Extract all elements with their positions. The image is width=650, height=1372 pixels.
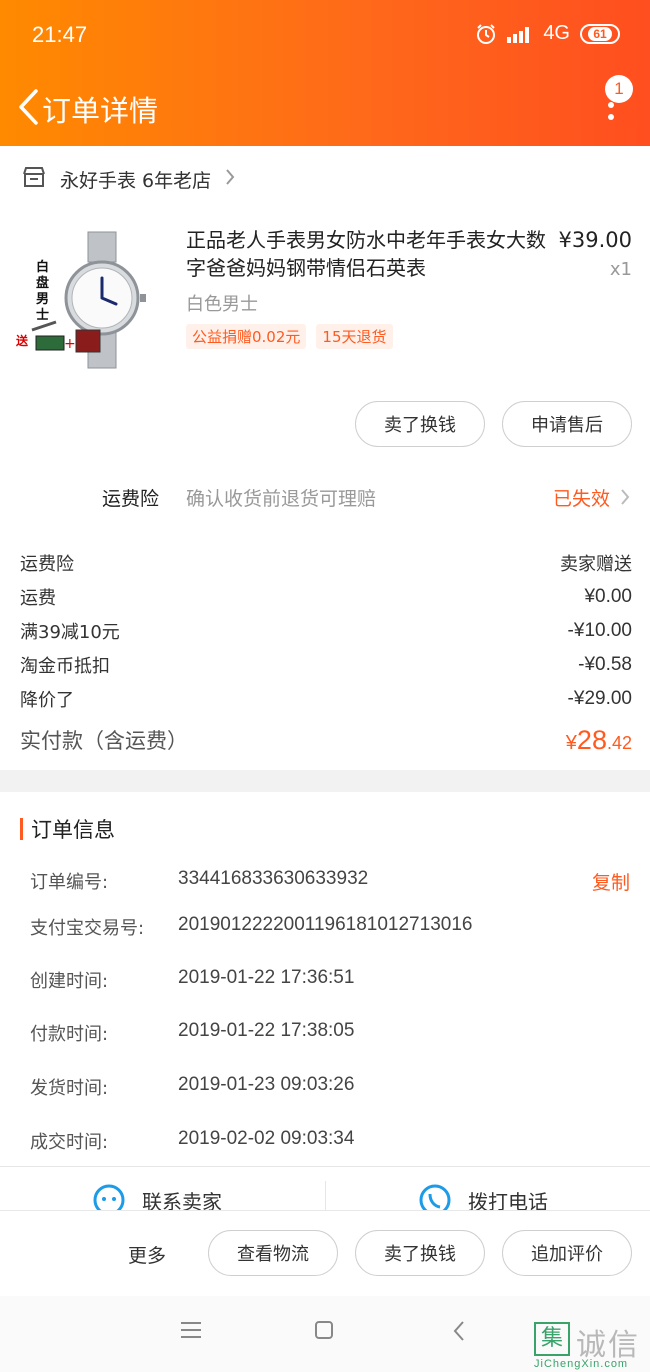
fee-label: 淘金币抵扣 [20, 656, 110, 677]
fee-value: -¥29.00 [567, 688, 632, 709]
more-actions-button[interactable]: 更多 [128, 1241, 166, 1268]
copy-button[interactable]: 复制 [592, 868, 630, 895]
status-icons: 4G 61 [475, 22, 620, 45]
add-review-button[interactable]: 追加评价 [502, 1230, 632, 1276]
fee-row: 运费 ¥0.00 [20, 580, 632, 614]
total-amount: ¥28.42 [566, 725, 632, 756]
info-label: 发货时间: [30, 1078, 109, 1099]
call-phone-label: 拨打电话 [468, 1189, 548, 1211]
product-title[interactable]: 正品老人手表男女防水中老年手表女大数字爸爸妈妈钢带情侣石英表 [186, 226, 548, 282]
sell-button[interactable]: 卖了换钱 [355, 401, 485, 447]
menu-icon [181, 1322, 201, 1338]
section-divider [0, 770, 650, 792]
fee-value: 卖家赠送 [560, 554, 632, 575]
order-info-header: 订单信息 [20, 814, 115, 844]
network-label: 4G [543, 22, 570, 44]
info-value: 2019-01-22 17:38:05 [178, 1020, 355, 1041]
fee-label: 运费险 [20, 554, 74, 575]
info-label: 付款时间: [30, 1024, 109, 1045]
insurance-status: 已失效 [552, 488, 610, 510]
fee-row: 淘金币抵扣 -¥0.58 [20, 648, 632, 682]
home-square-icon [315, 1321, 333, 1339]
chevron-left-icon [19, 89, 38, 125]
battery-level: 61 [588, 26, 612, 41]
svg-text:+: + [64, 336, 76, 352]
product-quantity: x1 [609, 259, 632, 280]
watermark-logo: 集 诚信 JiChengXin.com [532, 1320, 650, 1372]
insurance-desc: 确认收货前退货可理赔 [186, 488, 377, 510]
info-value: 2019-01-23 09:03:26 [178, 1074, 355, 1095]
info-label: 成交时间: [30, 1132, 109, 1153]
total-integer: 28 [576, 724, 607, 755]
info-value: 334416833630633932 [178, 868, 369, 889]
total-decimal: .42 [606, 732, 632, 753]
section-accent-bar [20, 818, 23, 840]
alarm-icon [475, 23, 497, 45]
shipping-insurance-row[interactable]: 运费险 确认收货前退货可理赔 已失效 [0, 472, 650, 520]
chat-icon [93, 1184, 125, 1210]
info-label: 订单编号: [30, 872, 109, 893]
info-label: 支付宝交易号: [30, 918, 145, 939]
total-label: 实付款（含运费） [20, 729, 188, 753]
product-sku: 白色男士 [186, 294, 258, 315]
total-currency: ¥ [565, 731, 577, 754]
contact-separator [325, 1181, 326, 1210]
insurance-label: 运费险 [102, 488, 160, 510]
signal-icon [507, 25, 533, 43]
product-image[interactable]: + 白盘男士 送 [16, 226, 148, 374]
after-sale-button[interactable]: 申请售后 [502, 401, 632, 447]
notification-badge: 1 [605, 75, 633, 103]
page-title: 订单详情 [42, 94, 159, 128]
fee-row: 降价了 -¥29.00 [20, 682, 632, 716]
fee-value: -¥0.58 [578, 654, 632, 675]
shop-name: 永好手表 6年老店 [60, 169, 212, 192]
product-image-gift: 送 [16, 334, 29, 348]
tag-return: 15天退货 [316, 324, 393, 349]
contact-seller-label: 联系卖家 [142, 1189, 222, 1211]
chevron-right-icon [225, 168, 235, 190]
sell-bottom-button[interactable]: 卖了换钱 [355, 1230, 485, 1276]
fee-list: 运费险 卖家赠送 运费 ¥0.00 满39减10元 -¥10.00 淘金币抵扣 -¥0.… [20, 546, 632, 762]
watermark-url: JiChengXin.com [534, 1358, 629, 1370]
call-phone-button[interactable]: 拨打电话 [418, 1183, 548, 1210]
more-vertical-icon [608, 102, 614, 120]
back-nav-button[interactable] [452, 1320, 466, 1346]
chevron-right-icon [620, 488, 630, 510]
product-image-caption: 白盘男士 [36, 260, 50, 323]
product-tags: 公益捐赠0.02元 15天退货 [186, 324, 393, 349]
contact-seller-button[interactable]: 联系卖家 [92, 1183, 222, 1210]
fee-row: 运费险 卖家赠送 [20, 546, 632, 580]
info-label: 创建时间: [30, 971, 109, 992]
fee-label: 运费 [20, 588, 56, 609]
fee-label: 满39减10元 [20, 622, 120, 643]
menu-nav-button[interactable] [180, 1320, 202, 1344]
fee-label: 降价了 [20, 690, 74, 711]
status-time: 21:47 [32, 22, 88, 47]
fee-value: ¥0.00 [584, 586, 632, 607]
shop-icon [22, 166, 46, 192]
shop-row[interactable]: 永好手表 6年老店 [0, 146, 650, 212]
watermark-box: 集 [534, 1322, 570, 1356]
home-nav-button[interactable] [314, 1320, 334, 1344]
fee-value: -¥10.00 [567, 620, 632, 641]
bottom-action-bar: 更多 查看物流 卖了换钱 追加评价 [0, 1210, 650, 1296]
header-bar: 21:47 4G 61 订单详情 1 [0, 0, 650, 146]
contact-bar: 联系卖家 拨打电话 [0, 1166, 650, 1210]
info-value: 2019-01-22 17:36:51 [178, 967, 355, 988]
fee-row: 满39减10元 -¥10.00 [20, 614, 632, 648]
info-value: 2019012222001196181012713016 [178, 914, 473, 935]
battery-icon: 61 [580, 23, 620, 44]
back-triangle-icon [453, 1321, 464, 1341]
view-logistics-button[interactable]: 查看物流 [208, 1230, 338, 1276]
product-price: ¥39.00 [558, 228, 632, 252]
phone-icon [419, 1184, 451, 1210]
order-info-title: 订单信息 [31, 818, 115, 842]
total-row: 实付款（含运费） ¥28.42 [20, 718, 632, 762]
info-value: 2019-02-02 09:03:34 [178, 1128, 355, 1149]
tag-charity: 公益捐赠0.02元 [186, 324, 307, 349]
order-detail-screen: 21:47 4G 61 订单详情 1 永好手表 6年老店 + 白盘男士 送 正品… [0, 0, 650, 1372]
